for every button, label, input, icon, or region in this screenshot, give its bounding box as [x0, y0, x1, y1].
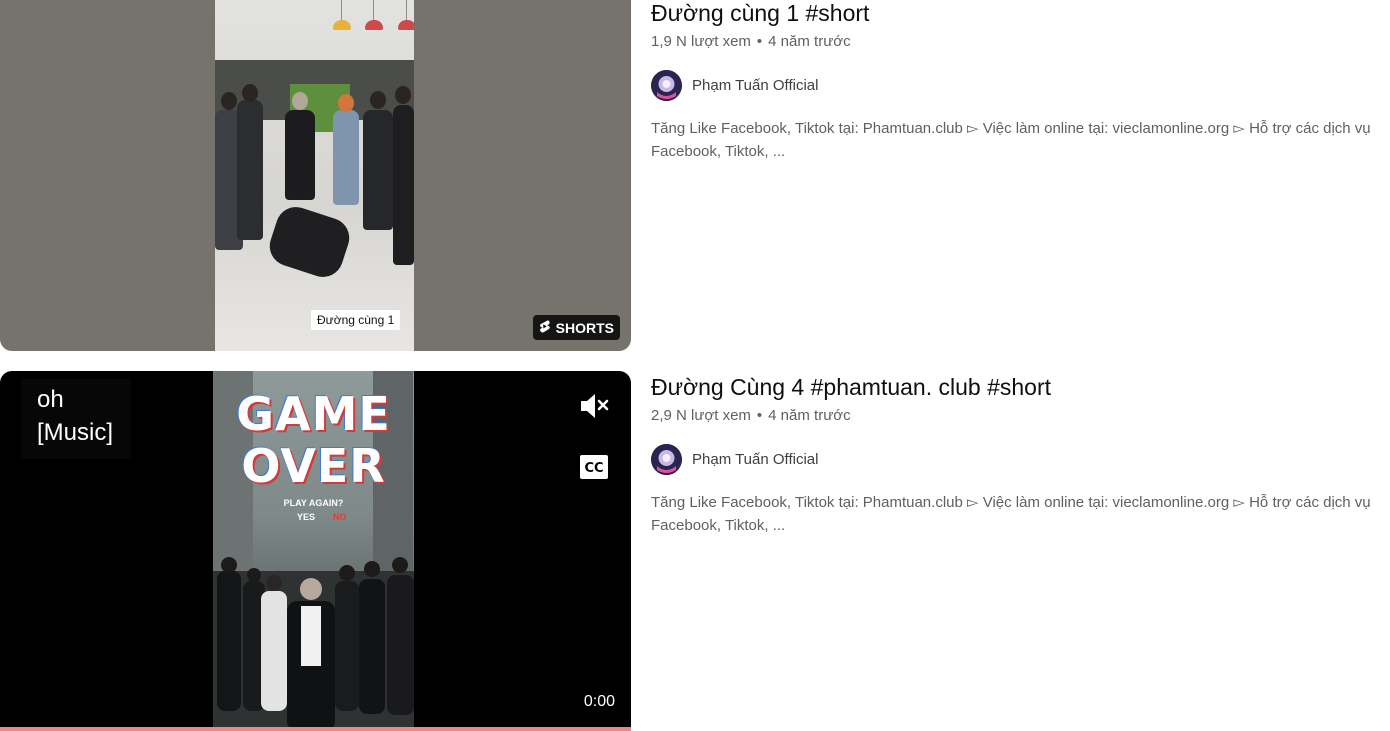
- closed-captions-icon[interactable]: CC: [579, 454, 609, 480]
- channel-name[interactable]: Phạm Tuấn Official: [692, 451, 818, 468]
- yes-no-choice: YES NO: [297, 512, 347, 522]
- preview-video-frame: GAME OVER PLAY AGAIN? YES NO: [213, 371, 414, 731]
- meta-separator: •: [756, 407, 763, 424]
- meta-separator: •: [756, 33, 763, 50]
- game-over-line2: OVER: [241, 439, 386, 493]
- progress-bar[interactable]: [0, 727, 631, 731]
- svg-text:CC: CC: [584, 461, 603, 476]
- channel-avatar[interactable]: [651, 443, 682, 475]
- video-preview-player[interactable]: GAME OVER PLAY AGAIN? YES NO oh [Music] …: [0, 371, 631, 731]
- upload-age: 4 năm trước: [768, 407, 851, 424]
- shorts-icon: [538, 319, 551, 337]
- yes-option: YES: [297, 512, 316, 522]
- channel-name[interactable]: Phạm Tuấn Official: [692, 77, 818, 94]
- caption-line-2: [Music]: [37, 419, 114, 446]
- no-option: NO: [333, 512, 347, 522]
- caption-line-1: oh: [37, 386, 64, 413]
- video-description: Tăng Like Facebook, Tiktok tại: Phamtuan…: [651, 494, 1371, 534]
- video-result-2[interactable]: GAME OVER PLAY AGAIN? YES NO oh [Music] …: [0, 371, 1390, 731]
- channel-row[interactable]: Phạm Tuấn Official: [651, 69, 1381, 101]
- thumbnail-caption: Đường cùng 1: [311, 310, 401, 330]
- video-title[interactable]: Đường Cùng 4 #phamtuan. club #short: [651, 373, 1381, 401]
- video-info: Đường cùng 1 #short 1,9 N lượt xem • 4 năm…: [651, 0, 1381, 163]
- shorts-badge: SHORTS: [532, 315, 620, 340]
- shorts-label: SHORTS: [555, 319, 614, 336]
- video-metadata: 2,9 N lượt xem • 4 năm trước: [651, 407, 1381, 425]
- playback-time: 0:00: [583, 693, 615, 710]
- play-again-prompt: PLAY AGAIN?: [283, 498, 344, 508]
- video-metadata: 1,9 N lượt xem • 4 năm trước: [651, 33, 1381, 51]
- thumbnail-image: [215, 0, 414, 351]
- view-count: 2,9 N lượt xem: [651, 407, 751, 424]
- mute-icon[interactable]: [578, 391, 612, 421]
- crowd-illustration: [213, 557, 414, 731]
- video-thumbnail[interactable]: Đường cùng 1 SHORTS: [0, 0, 631, 351]
- live-captions: oh [Music]: [21, 379, 131, 459]
- video-info: Đường Cùng 4 #phamtuan. club #short 2,9 …: [651, 373, 1381, 537]
- upload-age: 4 năm trước: [768, 33, 851, 50]
- channel-avatar[interactable]: [651, 69, 682, 101]
- video-title[interactable]: Đường cùng 1 #short: [651, 0, 1381, 27]
- channel-row[interactable]: Phạm Tuấn Official: [651, 443, 1381, 475]
- video-result-1[interactable]: Đường cùng 1 SHORTS Đường cùng 1 #short …: [0, 0, 1390, 351]
- game-over-line1: GAME: [236, 387, 391, 441]
- view-count: 1,9 N lượt xem: [651, 33, 751, 50]
- video-description: Tăng Like Facebook, Tiktok tại: Phamtuan…: [651, 120, 1371, 160]
